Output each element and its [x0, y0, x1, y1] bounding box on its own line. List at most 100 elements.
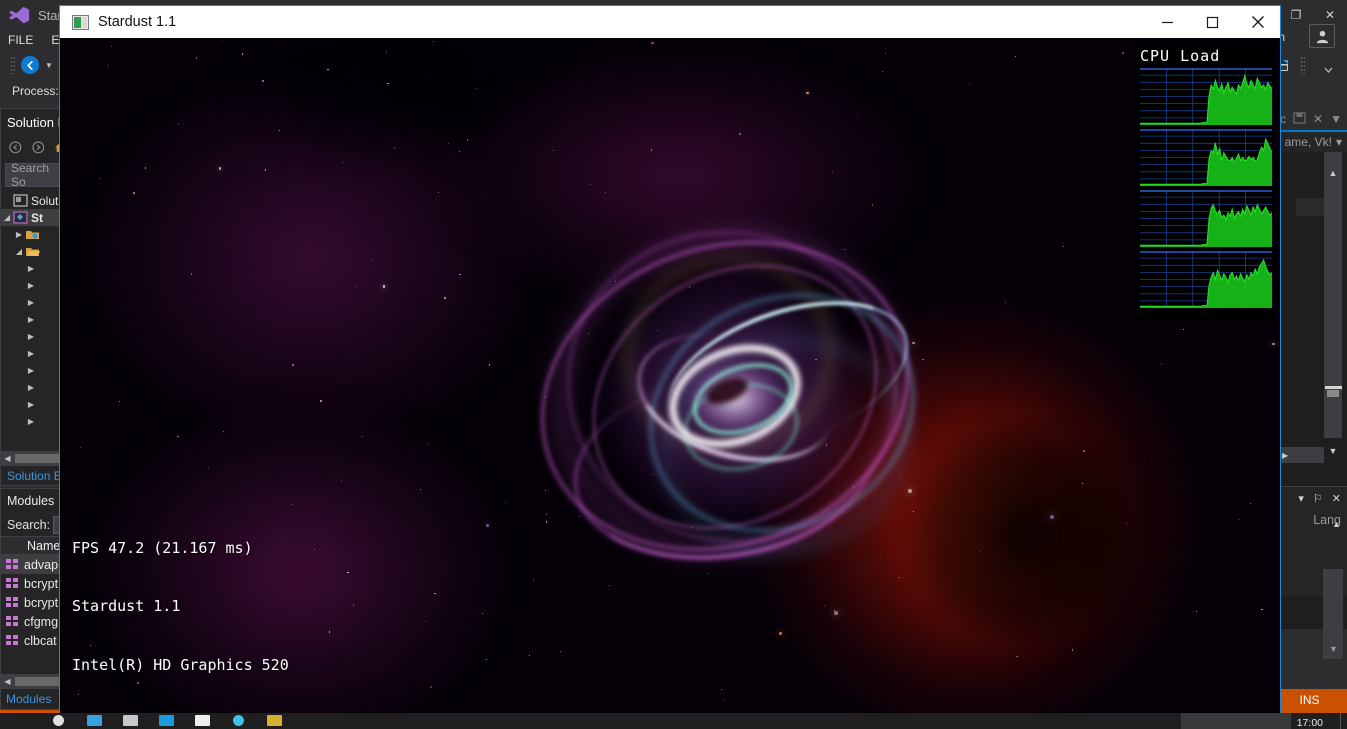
stardust-app-icon: [72, 14, 89, 30]
modules-title: Modules: [7, 494, 55, 508]
tree-item-folder-2[interactable]: [1, 243, 67, 260]
modules-search-row[interactable]: Search:: [1, 513, 67, 536]
taskbar-item-window-icon[interactable]: [184, 713, 220, 729]
star: [528, 654, 530, 656]
editor-split-handle[interactable]: [1323, 383, 1343, 399]
solution-explorer-toolbar[interactable]: [1, 135, 67, 161]
tree-item-leaf[interactable]: [1, 294, 67, 311]
minimize-button[interactable]: [1145, 6, 1190, 38]
tree-item-leaf[interactable]: [1, 260, 67, 277]
toolbar-dropdown-icon-2[interactable]: [1320, 57, 1337, 73]
star: [314, 349, 316, 352]
chevron-down-icon[interactable]: ▼: [45, 61, 53, 70]
stardust-title-bar[interactable]: Stardust 1.1: [60, 6, 1280, 38]
tree-twisty-collapsed[interactable]: [25, 264, 37, 273]
tree-item-leaf[interactable]: [1, 277, 67, 294]
navigate-back-icon[interactable]: [21, 56, 39, 74]
tree-twisty-collapsed[interactable]: [25, 383, 37, 392]
editor-tab-row[interactable]: c ✕ ▼: [1278, 108, 1347, 130]
tree-item-project[interactable]: St: [1, 209, 67, 226]
menu-item-file[interactable]: FILE: [8, 33, 33, 47]
maximize-button[interactable]: [1190, 6, 1235, 38]
taskbar-active-window[interactable]: [1181, 713, 1291, 729]
tree-item-leaf[interactable]: [1, 328, 67, 345]
language-scroll-up-icon[interactable]: ▲: [1329, 519, 1344, 532]
tree-twisty-collapsed[interactable]: [25, 298, 37, 307]
tree-twisty-expanded-2[interactable]: [13, 247, 25, 256]
editor-breadcrumb[interactable]: ame, Vk! ▾: [1278, 132, 1347, 152]
star: [264, 169, 266, 171]
tree-item-solution[interactable]: Solut: [1, 192, 67, 209]
back-arrow-icon[interactable]: [9, 141, 22, 155]
star: [459, 273, 461, 276]
module-row[interactable]: bcrypt: [1, 593, 67, 612]
account-avatar[interactable]: [1309, 24, 1335, 48]
breadcrumb-chevron-down-icon[interactable]: ▾: [1336, 135, 1342, 149]
modules-tab[interactable]: Modules: [1, 688, 67, 709]
tree-twisty-collapsed[interactable]: [25, 366, 37, 375]
forward-arrow-icon[interactable]: [32, 141, 45, 155]
star: [177, 436, 179, 438]
solution-explorer-tab[interactable]: Solution E: [1, 465, 67, 485]
close-button[interactable]: [1235, 6, 1280, 38]
tree-item-leaf[interactable]: [1, 311, 67, 328]
tree-twisty-collapsed[interactable]: [25, 417, 37, 426]
panel-close-icon[interactable]: ✕: [1332, 492, 1341, 505]
star: [651, 149, 653, 151]
star: [485, 658, 487, 660]
taskbar-item-search-icon[interactable]: [40, 713, 76, 729]
stardust-window-controls[interactable]: [1145, 6, 1280, 38]
editor-bottom-scroll-down-icon[interactable]: ▼: [1325, 644, 1342, 654]
taskbar-item-explorer-icon[interactable]: [112, 713, 148, 729]
language-panel-header[interactable]: ▾ ⚐ ✕: [1278, 487, 1347, 509]
editor-tab-close-icon[interactable]: ✕: [1313, 112, 1323, 126]
taskbar-clock[interactable]: 17:00: [1297, 717, 1323, 729]
modules-tab-label: Modules: [6, 692, 52, 706]
taskbar-item-browser-icon[interactable]: [220, 713, 256, 729]
scroll-down-icon[interactable]: ▼: [1325, 446, 1341, 460]
tree-twisty-collapsed[interactable]: [25, 281, 37, 290]
star: [292, 364, 294, 366]
solution-explorer-hscrollbar[interactable]: ◀: [1, 451, 67, 465]
tree-twisty-collapsed[interactable]: [25, 400, 37, 409]
star: [559, 651, 561, 653]
tree-twisty-collapsed[interactable]: [25, 349, 37, 358]
taskbar-item-task-view-icon[interactable]: [76, 713, 112, 729]
taskbar-item-store-icon[interactable]: [256, 713, 292, 729]
tree-twisty-collapsed[interactable]: [25, 315, 37, 324]
tree-item-leaf[interactable]: [1, 379, 67, 396]
module-row[interactable]: clbcat: [1, 631, 67, 650]
solution-search-input[interactable]: Search So: [5, 161, 63, 189]
vs-restore-button[interactable]: ❐: [1279, 0, 1313, 30]
editor-horizontal-scrollbar[interactable]: ▶: [1278, 447, 1324, 463]
module-name: cfgmg: [24, 614, 59, 629]
pin-icon[interactable]: ⚐: [1313, 492, 1323, 505]
modules-hscrollbar[interactable]: ◀: [1, 674, 67, 688]
scroll-up-icon[interactable]: ▲: [1325, 168, 1341, 182]
scroll-left-icon[interactable]: ◀: [1, 454, 14, 463]
tree-item-leaf[interactable]: [1, 345, 67, 362]
tree-twisty-expanded[interactable]: [1, 213, 13, 222]
tree-item-leaf[interactable]: [1, 413, 67, 430]
save-icon[interactable]: [1293, 111, 1306, 127]
tree-twisty-collapsed[interactable]: [13, 230, 25, 239]
module-icon: [6, 635, 19, 646]
solution-tree[interactable]: Solut St: [1, 189, 67, 430]
modules-column-header: Name: [1, 536, 67, 555]
module-row[interactable]: bcrypt: [1, 574, 67, 593]
module-row[interactable]: cfgmg: [1, 612, 67, 631]
module-row[interactable]: advap: [1, 555, 67, 574]
taskbar-item-vscode-icon[interactable]: [148, 713, 184, 729]
windows-taskbar[interactable]: 17:00: [0, 713, 1347, 729]
tree-item-leaf[interactable]: [1, 362, 67, 379]
start-button[interactable]: [0, 713, 40, 729]
panel-dropdown-icon[interactable]: ▾: [1298, 492, 1304, 505]
tree-item-folder-1[interactable]: [1, 226, 67, 243]
show-desktop-button[interactable]: [1340, 713, 1347, 729]
modules-name-column: Name: [27, 538, 61, 553]
stardust-render-canvas[interactable]: FPS 47.2 (21.167 ms) Stardust 1.1 Intel(…: [60, 38, 1280, 720]
tree-twisty-collapsed[interactable]: [25, 332, 37, 341]
tree-item-leaf[interactable]: [1, 396, 67, 413]
scroll-left-icon[interactable]: ◀: [1, 677, 14, 686]
editor-tab-overflow-icon[interactable]: ▼: [1330, 112, 1342, 126]
